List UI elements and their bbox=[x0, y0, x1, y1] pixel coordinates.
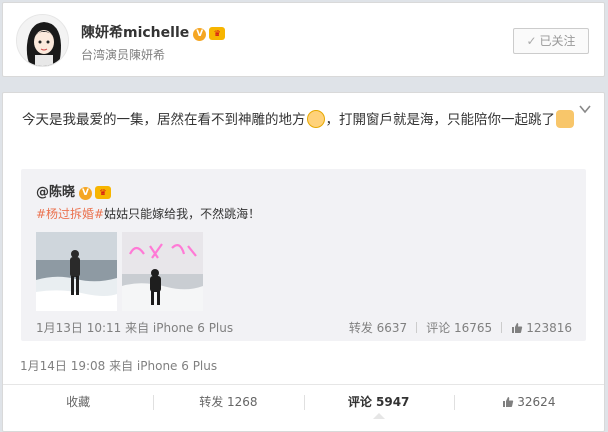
user-name[interactable]: 陳妍希michelle bbox=[81, 25, 189, 41]
repost-repost-count[interactable]: 转发 6637 bbox=[349, 319, 407, 336]
follow-button[interactable]: ✓ 已关注 bbox=[513, 28, 589, 54]
repost-body: 姑姑只能嫁给我，不然跳海！ bbox=[104, 207, 261, 221]
user-name-row: 陳妍希michelle V ♛ bbox=[81, 22, 226, 42]
repost-button[interactable]: 转发 1268 bbox=[153, 385, 303, 419]
thumbs-up-icon bbox=[512, 322, 523, 333]
thumbs-up-icon bbox=[503, 397, 514, 407]
beach-photo-2 bbox=[122, 232, 203, 311]
repost-timestamp[interactable]: 1月13日 10:11 来自 iPhone 6 Plus bbox=[36, 319, 233, 336]
repost-image-1[interactable] bbox=[36, 232, 117, 311]
reposted-content: @陈晓 V ♛ #杨过拆婚#姑姑只能嫁给我，不然跳海！ 1月13日 10:11 … bbox=[21, 169, 586, 341]
vip-badge-icon[interactable]: ♛ bbox=[209, 27, 226, 40]
topic-tag-link[interactable]: #杨过拆婚# bbox=[36, 207, 104, 221]
handshake-emoji-icon bbox=[556, 110, 574, 128]
repost-image-2[interactable] bbox=[122, 232, 203, 311]
post-timestamp[interactable]: 1月14日 19:08 来自 iPhone 6 Plus bbox=[20, 357, 217, 374]
verified-badge-icon[interactable]: V bbox=[79, 187, 93, 200]
repost-user-row: @陈晓 V ♛ bbox=[36, 181, 112, 200]
divider bbox=[501, 322, 503, 333]
repost-user[interactable]: @陈晓 bbox=[36, 185, 75, 200]
beach-photo-1 bbox=[36, 232, 117, 311]
repost-like-count: 123816 bbox=[526, 320, 572, 335]
divider bbox=[416, 322, 418, 333]
follow-label: 已关注 bbox=[539, 34, 576, 48]
post-card: 今天是我最爱的一集，居然在看不到神雕的地方 ，打開窗戶就是海，只能陪你一起跳了 @… bbox=[2, 92, 605, 432]
crying-emoji-icon bbox=[306, 110, 325, 128]
verified-badge-icon[interactable]: V bbox=[193, 28, 207, 41]
comment-button[interactable]: 评论 5947 bbox=[303, 385, 454, 419]
like-count: 32624 bbox=[517, 395, 556, 409]
post-text-part-2: ，打開窗戶就是海，只能陪你一起跳了 bbox=[325, 112, 556, 128]
avatar-illustration bbox=[17, 15, 68, 66]
avatar[interactable] bbox=[16, 14, 69, 67]
like-button[interactable]: 32624 bbox=[453, 385, 604, 419]
user-description: 台湾演员陳妍希 bbox=[81, 48, 166, 62]
check-icon: ✓ bbox=[526, 34, 537, 48]
post-action-bar: 收藏 转发 1268 评论 5947 32624 bbox=[3, 384, 604, 419]
favorite-button[interactable]: 收藏 bbox=[3, 385, 153, 419]
vip-badge-icon[interactable]: ♛ bbox=[95, 186, 112, 199]
repost-text: #杨过拆婚#姑姑只能嫁给我，不然跳海！ bbox=[36, 205, 260, 222]
repost-like-button[interactable]: 123816 bbox=[511, 321, 572, 335]
repost-comment-count[interactable]: 评论 16765 bbox=[426, 319, 492, 336]
post-text: 今天是我最爱的一集，居然在看不到神雕的地方 ，打開窗戶就是海，只能陪你一起跳了 bbox=[22, 109, 582, 132]
post-text-part-1: 今天是我最爱的一集，居然在看不到神雕的地方 bbox=[22, 112, 306, 128]
profile-card: 陳妍希michelle V ♛ 台湾演员陳妍希 ✓ 已关注 bbox=[2, 2, 605, 77]
repost-stats: 转发 6637 评论 16765 123816 bbox=[349, 319, 572, 336]
